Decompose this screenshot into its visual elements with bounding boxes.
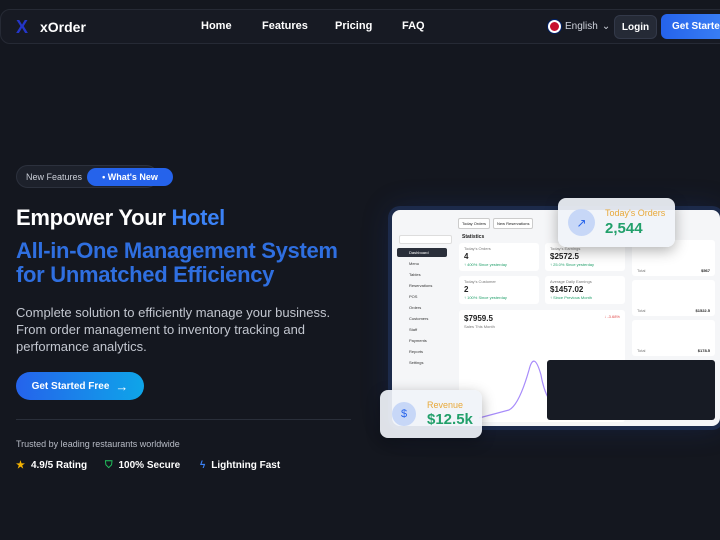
revenue-label: Revenue	[427, 400, 464, 410]
preview-branch-select	[399, 235, 452, 244]
nav-features[interactable]: Features	[262, 20, 308, 32]
shield-check-icon: ⛉	[105, 460, 113, 471]
hero-title: Empower Your Hotel	[16, 205, 225, 231]
badge-whats-new-label: What's New	[107, 172, 158, 182]
preview-sidebar-item: Orders	[409, 305, 422, 310]
todays-orders-value: 2,544	[605, 220, 643, 237]
preview-order-total-label: Total	[637, 268, 646, 273]
preview-order-total: $567	[701, 268, 710, 273]
preview-sidebar-item: Menu	[409, 261, 420, 266]
star-icon: ★	[16, 460, 25, 471]
preview-order-total-label: Total	[637, 308, 646, 313]
trending-up-icon: ↗	[568, 209, 595, 236]
lightning-icon: ϟ	[200, 460, 206, 471]
preview-sales-label: Sales This Month	[464, 324, 495, 329]
chevron-down-icon: ⌄	[601, 21, 611, 32]
logo-icon[interactable]: X	[16, 17, 28, 38]
preview-stat: Today's Customer 2 ↑ 100% Since yesterday	[459, 276, 539, 304]
preview-order-total: $178.5	[697, 348, 710, 353]
preview-sidebar-item: Reservations	[409, 283, 433, 288]
dollar-coin-icon: $	[392, 402, 416, 426]
feature-label: 4.9/5 Rating	[30, 460, 88, 471]
preview-sidebar-item: Reports	[409, 349, 424, 354]
get-started-free-button[interactable]: Get Started Free →	[16, 372, 144, 400]
uk-flag-icon	[548, 20, 561, 33]
preview-sidebar-item: Settings	[409, 360, 424, 365]
subtitle-line-1: All-in-One Management System	[16, 238, 338, 263]
feature-fast: ϟ Lightning Fast	[200, 460, 280, 471]
hero-description: Complete solution to efficiently manage …	[16, 305, 331, 354]
get-started-button[interactable]: Get Started	[661, 14, 720, 39]
title-prefix: Empower Your	[16, 205, 172, 230]
arrow-right-icon: →	[115, 378, 129, 394]
language-select[interactable]: English ⌄	[548, 20, 610, 33]
preview-order-total: $1522.5	[695, 308, 710, 313]
nav-faq[interactable]: FAQ	[402, 20, 425, 32]
divider	[16, 419, 351, 420]
badge-new-features: New Features	[26, 172, 83, 182]
hero-subtitle: All-in-One Management System for Unmatche…	[16, 239, 338, 287]
preview-section-title: Statistics	[462, 234, 485, 240]
preview-sidebar-item: POS	[409, 294, 418, 299]
todays-orders-card: ↗ Today's Orders 2,544	[558, 198, 675, 247]
preview-sidebar-item: Dashboard	[397, 248, 447, 257]
preview-today-orders: Today Orders	[458, 218, 491, 229]
preview-dark-tables	[547, 360, 715, 420]
badge-whats-new[interactable]: • What's New	[87, 168, 173, 186]
preview-sidebar-item: Tables	[409, 272, 421, 277]
preview-sales-change: ↓ -3.68%	[604, 314, 620, 319]
title-highlight: Hotel	[171, 205, 225, 230]
brand-name[interactable]: xOrder	[40, 19, 86, 35]
feature-secure: ⛉ 100% Secure	[105, 460, 180, 471]
trusted-text: Trusted by leading restaurants worldwide	[16, 439, 180, 449]
language-label: English	[565, 21, 598, 32]
login-button[interactable]: Login	[614, 15, 657, 39]
revenue-card: $ Revenue $12.5k	[380, 390, 482, 438]
preview-sales-value: $7959.5	[464, 314, 493, 323]
nav-pricing[interactable]: Pricing	[335, 20, 372, 32]
preview-order-total-label: Total	[637, 348, 646, 353]
subtitle-line-2: for Unmatched Efficiency	[16, 262, 275, 287]
todays-orders-label: Today's Orders	[605, 208, 666, 218]
feature-rating: ★ 4.9/5 Rating	[16, 460, 87, 471]
feature-label: Lightning Fast	[211, 460, 281, 471]
nav-home[interactable]: Home	[201, 20, 232, 32]
preview-sidebar-item: Staff	[409, 327, 418, 332]
whats-new-badge[interactable]: New Features • What's New	[16, 165, 173, 188]
preview-top-buttons: Today Orders New Reservations	[458, 218, 534, 229]
revenue-value: $12.5k	[427, 411, 473, 428]
feature-label: 100% Secure	[118, 460, 181, 471]
preview-new-reservations: New Reservations	[493, 218, 534, 229]
preview-sidebar-item: Customers	[409, 316, 429, 321]
preview-stat: Today's Orders 4 ↑ 400% Since yesterday	[459, 243, 539, 271]
preview-stat: Today's Earnings $2572.5 ↑ 25.0% Since yes…	[545, 243, 625, 271]
cta-label: Get Started Free	[31, 380, 110, 392]
preview-sidebar-item: Payments	[409, 338, 427, 343]
preview-stat: Average Daily Earnings $1457.02 ↑ Since Pr…	[545, 276, 625, 304]
preview-order-card: Total $1522.5	[632, 280, 715, 316]
preview-order-card: Total $178.5	[632, 320, 715, 356]
